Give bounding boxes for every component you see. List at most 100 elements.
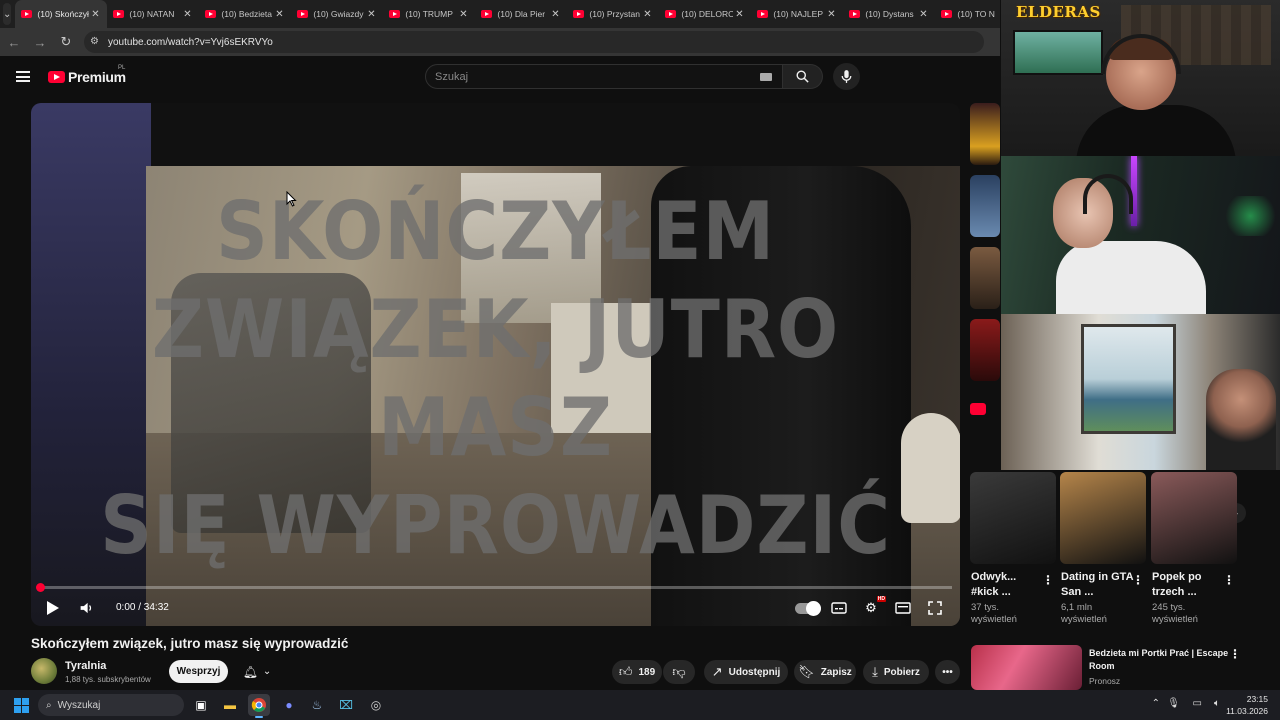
close-icon[interactable]: ✕ <box>825 9 837 20</box>
steam-icon[interactable]: ♨ <box>306 694 328 716</box>
volume-icon[interactable]: 🔈︎ <box>1214 698 1220 709</box>
browser-tab[interactable]: (10) Dystans ✕ <box>843 0 935 28</box>
video-player[interactable]: SKOŃCZYŁEM ZWIĄZEK, JUTRO MASZ SIĘ WYPRO… <box>31 103 960 626</box>
more-vertical-icon[interactable]: ⋮ <box>1042 573 1054 587</box>
close-icon[interactable]: ✕ <box>273 9 285 20</box>
short-views: 37 tys. wyświetleń <box>971 602 1017 625</box>
tab-title: (10) Dystans <box>865 9 914 19</box>
close-icon[interactable]: ✕ <box>181 9 193 20</box>
browser-tab[interactable]: (10) DELORO ✕ <box>659 0 751 28</box>
short-thumbnail[interactable] <box>970 472 1056 564</box>
more-vertical-icon[interactable]: ⋮ <box>1223 573 1235 587</box>
menu-icon[interactable] <box>16 71 30 82</box>
taskbar-search[interactable]: ⌕ Wyszukaj <box>38 694 184 716</box>
progress-bar[interactable] <box>36 583 952 592</box>
volume-icon[interactable] <box>79 601 95 615</box>
close-icon[interactable]: ✕ <box>89 9 101 20</box>
youtube-favicon-icon <box>21 10 33 18</box>
site-info-icon[interactable]: ⚙ <box>90 36 102 48</box>
short-title[interactable]: Dating in GTA San ... <box>1061 570 1136 600</box>
recommended-title[interactable]: Bedzieta mi Portki Prać | Escape Room <box>1089 647 1229 673</box>
short-title[interactable]: Popek po trzech ... <box>1152 570 1227 600</box>
browser-tab[interactable]: (10) Dla Pier ✕ <box>475 0 567 28</box>
channel-name[interactable]: Tyralnia <box>65 660 106 672</box>
back-icon[interactable]: ← <box>2 30 26 54</box>
close-icon[interactable]: ✕ <box>457 9 469 20</box>
download-button[interactable]: ⤓ Pobierz <box>863 660 929 684</box>
reload-icon[interactable]: ↻ <box>54 30 78 54</box>
browser-tab[interactable]: (10) Przystan ✕ <box>567 0 659 28</box>
address-bar[interactable]: ⚙ youtube.com/watch?v=Yvj6sEKRVYo <box>84 31 984 53</box>
logo-text: Premium <box>68 69 126 85</box>
chevron-up-icon[interactable]: ⌃ <box>1152 698 1160 709</box>
windows-start-icon[interactable] <box>14 698 29 713</box>
tab-title: (10) Gwiazdy <box>313 9 364 19</box>
settings-icon[interactable]: ⚙ HD <box>860 596 886 617</box>
short-title[interactable]: Odwyk... #kick ... <box>971 570 1046 600</box>
short-thumbnail[interactable] <box>1060 472 1146 564</box>
support-button[interactable]: Wesprzyj <box>169 660 228 683</box>
more-vertical-icon[interactable]: ⋮ <box>1132 573 1144 587</box>
recommended-channel[interactable]: Pronosz <box>1089 676 1120 686</box>
browser-tab[interactable]: (10) Gwiazdy ✕ <box>291 0 383 28</box>
browser-tab[interactable]: (10) Skończyłe ✕ <box>15 0 108 28</box>
bookmark-icon: 🔖︎ <box>798 664 815 679</box>
more-horizontal-icon: ••• <box>942 666 953 678</box>
miniplayer-icon[interactable] <box>892 599 914 617</box>
subscriber-count: 1,88 tys. subskrybentów <box>65 675 151 684</box>
youtube-logo[interactable]: Premium PL <box>48 65 126 85</box>
youtube-favicon-icon <box>113 10 125 18</box>
browser-tab[interactable]: (10) TRUMP ✕ <box>383 0 475 28</box>
related-thumb[interactable] <box>970 247 1000 309</box>
task-view-icon[interactable]: ▣ <box>190 694 212 716</box>
save-button[interactable]: 🔖︎ Zapisz <box>794 660 856 684</box>
youtube-favicon-icon <box>389 10 401 18</box>
related-thumb[interactable] <box>970 175 1000 237</box>
close-icon[interactable]: ✕ <box>733 9 745 20</box>
browser-tab[interactable]: (10) NAJLEP ✕ <box>751 0 843 28</box>
share-button[interactable]: ↗ Udostępnij <box>704 660 788 684</box>
youtube-favicon-icon <box>665 10 677 18</box>
obs-icon[interactable]: ◎ <box>365 694 387 716</box>
taskbar-clock[interactable]: 23:15 11.03.2026 <box>1226 693 1268 717</box>
recommended-thumbnail[interactable] <box>971 645 1082 690</box>
close-icon[interactable]: ✕ <box>917 9 929 20</box>
url-text: youtube.com/watch?v=Yvj6sEKRVYo <box>108 36 273 48</box>
subtitles-icon[interactable] <box>828 599 850 617</box>
recommended-video[interactable]: Bedzieta mi Portki Prać | Escape Room Pr… <box>971 645 1280 690</box>
app-icon[interactable]: ⌧ <box>335 694 357 716</box>
discord-icon[interactable]: ● <box>278 694 300 716</box>
browser-tab-bar: ⌄ (10) Skończyłe ✕ (10) NATAN ✕ (10) Bedziet… <box>0 0 1020 28</box>
like-button[interactable]: 👍︎ 189 <box>612 660 662 684</box>
fullscreen-icon[interactable] <box>924 599 946 617</box>
voice-search-button[interactable] <box>833 63 860 90</box>
close-icon[interactable]: ✕ <box>549 9 561 20</box>
close-icon[interactable]: ✕ <box>641 9 653 20</box>
tab-search-button[interactable]: ⌄ <box>3 3 12 25</box>
chrome-icon[interactable] <box>248 694 270 718</box>
more-actions-button[interactable]: ••• <box>935 660 960 684</box>
file-explorer-icon[interactable]: ▬ <box>219 694 241 716</box>
keyboard-icon[interactable] <box>760 73 772 81</box>
search-placeholder: Szukaj <box>435 70 469 83</box>
more-vertical-icon[interactable]: ⋮ <box>1229 647 1241 661</box>
related-thumb[interactable] <box>970 319 1000 381</box>
search-button[interactable] <box>783 64 823 89</box>
play-icon[interactable] <box>45 600 61 616</box>
youtube-header: Premium PL Szukaj <box>0 56 1000 96</box>
dislike-button[interactable]: 👎︎ <box>663 660 695 684</box>
browser-tab[interactable]: (10) NATAN ✕ <box>107 0 199 28</box>
forward-icon[interactable]: → <box>28 30 52 54</box>
search-input[interactable]: Szukaj <box>425 64 783 89</box>
close-icon[interactable]: ✕ <box>365 9 377 20</box>
browser-tab[interactable]: (10) Bedzieta ✕ <box>199 0 291 28</box>
short-thumbnail[interactable] <box>1151 472 1237 564</box>
network-icon[interactable]: ▭ <box>1193 698 1202 709</box>
microphone-icon[interactable]: 🎙︎ <box>1167 698 1180 709</box>
autoplay-toggle[interactable] <box>795 601 821 616</box>
progress-scrubber[interactable] <box>36 583 45 592</box>
notifications-button[interactable]: 🔔︎ ⌄ <box>237 660 277 683</box>
channel-avatar[interactable] <box>31 658 57 684</box>
related-thumb[interactable] <box>970 103 1000 165</box>
youtube-favicon-icon <box>573 10 585 18</box>
